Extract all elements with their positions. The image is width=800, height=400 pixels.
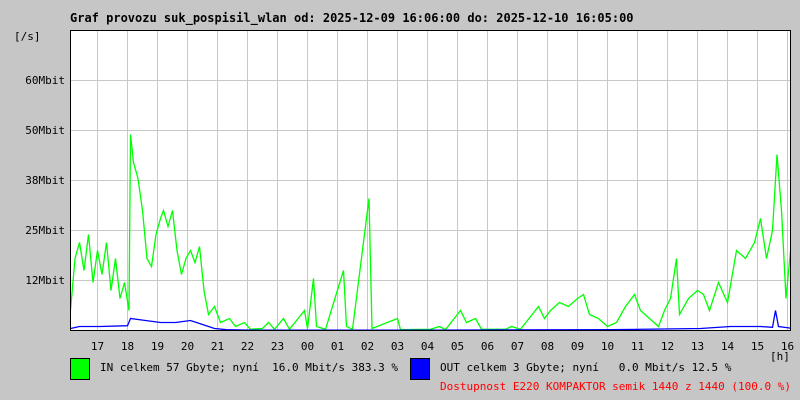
plot-area <box>70 30 791 331</box>
x-tick-label: 19 <box>150 340 165 353</box>
x-tick-label: 00 <box>300 340 315 353</box>
legend-out-text: OUT celkem 3 Gbyte; nyní 0.0 Mbit/s 12.5… <box>440 361 732 374</box>
x-tick-label: 05 <box>450 340 465 353</box>
y-tick-label: 38Mbit <box>25 173 65 187</box>
x-tick-label: 15 <box>750 340 765 353</box>
x-tick-label: 21 <box>210 340 225 353</box>
legend-in-text: IN celkem 57 Gbyte; nyní 16.0 Mbit/s 383… <box>100 361 399 374</box>
x-tick-label: 12 <box>660 340 675 353</box>
x-tick-label: 18 <box>120 340 135 353</box>
x-tick-label: 13 <box>690 340 705 353</box>
x-tick-label: 03 <box>390 340 405 353</box>
x-tick-label: 11 <box>630 340 645 353</box>
x-tick-label: 14 <box>720 340 735 353</box>
availability-text: Dostupnost E220 KOMPAKTOR semik 1440 z 1… <box>440 380 791 393</box>
y-tick-label: 50Mbit <box>25 123 65 137</box>
x-tick-label: 10 <box>600 340 615 353</box>
x-tick-label: 04 <box>420 340 435 353</box>
x-tick-label: 01 <box>330 340 345 353</box>
x-tick-label: 17 <box>90 340 105 353</box>
x-axis-unit: [h] <box>770 350 790 363</box>
x-tick-label: 23 <box>270 340 285 353</box>
x-tick-label: 20 <box>180 340 195 353</box>
y-tick-label: 60Mbit <box>25 73 65 87</box>
y-tick-label: 12Mbit <box>25 273 65 287</box>
x-tick-label: 06 <box>480 340 495 353</box>
x-tick-label: 07 <box>510 340 525 353</box>
x-tick-label: 02 <box>360 340 375 353</box>
y-axis-unit: [/s] <box>14 30 41 43</box>
legend-out-swatch <box>410 358 430 380</box>
y-tick-label: 25Mbit <box>25 223 65 237</box>
x-tick-label: 09 <box>570 340 585 353</box>
x-tick-label: 08 <box>540 340 555 353</box>
traffic-graph: Graf provozu suk_pospisil_wlan od: 2025-… <box>0 0 800 400</box>
chart-title: Graf provozu suk_pospisil_wlan od: 2025-… <box>70 11 634 25</box>
x-tick-label: 22 <box>240 340 255 353</box>
legend-in-swatch <box>70 358 90 380</box>
